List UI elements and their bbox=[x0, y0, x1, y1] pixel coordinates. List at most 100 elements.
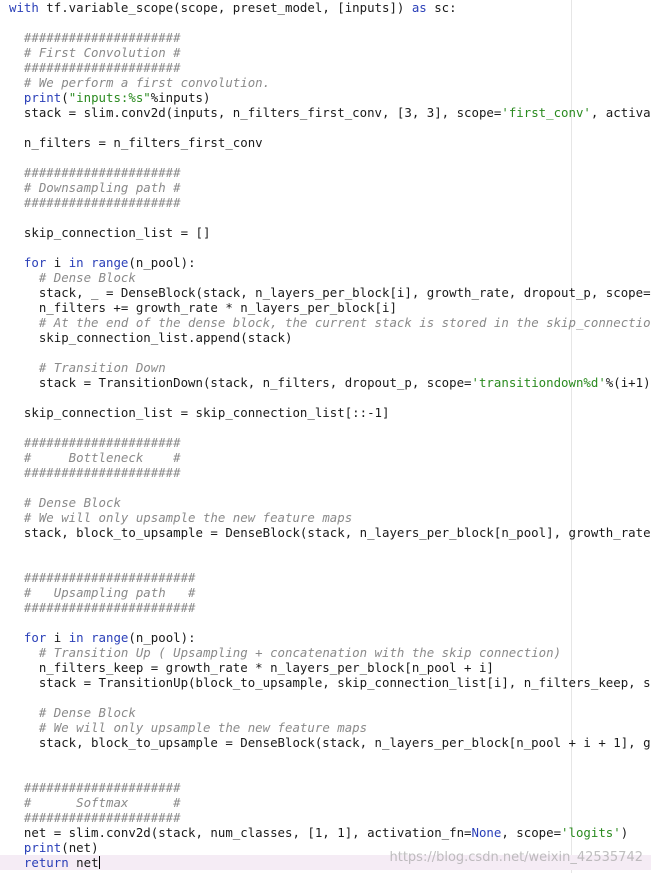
code-line[interactable]: ##################### bbox=[9, 780, 651, 795]
code-line[interactable]: ​ bbox=[9, 480, 651, 495]
code-line[interactable]: ​ bbox=[9, 120, 651, 135]
code-line[interactable]: ####################### bbox=[9, 600, 651, 615]
code-line[interactable]: ​ bbox=[9, 690, 651, 705]
text-caret bbox=[98, 856, 100, 869]
code-line[interactable]: stack, block_to_upsample = DenseBlock(st… bbox=[9, 525, 651, 540]
code-line[interactable]: # First Convolution # bbox=[9, 45, 651, 60]
code-line[interactable]: for i in range(n_pool): bbox=[9, 630, 651, 645]
code-line[interactable]: ​ bbox=[9, 240, 651, 255]
code-line[interactable]: # Softmax # bbox=[9, 795, 651, 810]
code-line[interactable]: ##################### bbox=[9, 60, 651, 75]
code-line[interactable]: skip_connection_list.append(stack) bbox=[9, 330, 651, 345]
code-line[interactable]: # Upsampling path # bbox=[9, 585, 651, 600]
keyword-token: print bbox=[23, 840, 62, 855]
code-line[interactable]: # Dense Block bbox=[9, 705, 651, 720]
code-line[interactable]: for i in range(n_pool): bbox=[9, 255, 651, 270]
code-line[interactable]: # We will only upsample the new feature … bbox=[9, 720, 651, 735]
comment-token: ##################### bbox=[23, 435, 181, 450]
code-line[interactable]: ​ bbox=[9, 540, 651, 555]
code-line[interactable]: ​ bbox=[9, 150, 651, 165]
code-line[interactable]: # We will only upsample the new feature … bbox=[9, 510, 651, 525]
code-editor[interactable]: with tf.variable_scope(scope, preset_mod… bbox=[0, 0, 651, 873]
code-area[interactable]: with tf.variable_scope(scope, preset_mod… bbox=[0, 0, 651, 870]
code-token: , activation_fn=None) bbox=[590, 105, 651, 120]
code-token: skip_connection_list.append(stack) bbox=[9, 330, 293, 345]
code-line[interactable]: ​ bbox=[9, 615, 651, 630]
code-line[interactable]: # Transition Down bbox=[9, 360, 651, 375]
code-token: ) bbox=[620, 825, 629, 840]
code-line[interactable]: skip_connection_list = skip_connection_l… bbox=[9, 405, 651, 420]
code-line[interactable]: stack = TransitionUp(block_to_upsample, … bbox=[9, 675, 651, 690]
code-line[interactable]: print("inputs:%s"%inputs) bbox=[9, 90, 651, 105]
keyword-token: for bbox=[23, 255, 47, 270]
code-line[interactable]: ####################### bbox=[9, 570, 651, 585]
code-line[interactable]: # Bottleneck # bbox=[9, 450, 651, 465]
code-token: n_filters_keep = growth_rate * n_layers_… bbox=[9, 660, 494, 675]
code-token: net bbox=[68, 855, 99, 870]
code-line[interactable]: net = slim.conv2d(stack, num_classes, [1… bbox=[9, 825, 651, 840]
comment-token: # Downsampling path # bbox=[23, 180, 181, 195]
comment-token: # Dense Block bbox=[23, 495, 121, 510]
code-line[interactable]: stack = slim.conv2d(inputs, n_filters_fi… bbox=[9, 105, 651, 120]
code-line[interactable]: stack, block_to_upsample = DenseBlock(st… bbox=[9, 735, 651, 750]
code-line[interactable]: ​ bbox=[9, 15, 651, 30]
comment-token: ####################### bbox=[23, 600, 196, 615]
comment-token: # First Convolution # bbox=[23, 45, 181, 60]
watermark: https://blog.csdn.net/weixin_42535742 bbox=[389, 850, 643, 865]
code-line[interactable]: # Dense Block bbox=[9, 495, 651, 510]
code-line[interactable]: ##################### bbox=[9, 195, 651, 210]
code-line[interactable]: ##################### bbox=[9, 465, 651, 480]
code-token: i bbox=[46, 630, 69, 645]
code-line[interactable]: # Transition Up ( Upsampling + concatena… bbox=[9, 645, 651, 660]
string-token: 'transitiondown%d' bbox=[471, 375, 606, 390]
keyword-token: in bbox=[68, 255, 84, 270]
keyword-token: print bbox=[23, 90, 62, 105]
code-line[interactable]: n_filters = n_filters_first_conv bbox=[9, 135, 651, 150]
code-line[interactable]: # We perform a first convolution. bbox=[9, 75, 651, 90]
code-line[interactable]: ##################### bbox=[9, 30, 651, 45]
code-line[interactable]: ##################### bbox=[9, 435, 651, 450]
comment-token: ##################### bbox=[23, 780, 181, 795]
keyword-token: return bbox=[23, 855, 69, 870]
code-line[interactable]: ##################### bbox=[9, 165, 651, 180]
code-line[interactable]: with tf.variable_scope(scope, preset_mod… bbox=[9, 0, 651, 15]
code-line[interactable]: # Dense Block bbox=[9, 270, 651, 285]
code-line[interactable]: ​ bbox=[9, 555, 651, 570]
code-line[interactable]: ​ bbox=[9, 420, 651, 435]
code-line[interactable]: ​ bbox=[9, 750, 651, 765]
keyword-token: range bbox=[91, 630, 129, 645]
comment-token: ##################### bbox=[23, 30, 181, 45]
code-token: (n_pool): bbox=[128, 630, 196, 645]
code-line[interactable]: ​ bbox=[9, 390, 651, 405]
code-line[interactable]: # Downsampling path # bbox=[9, 180, 651, 195]
code-line[interactable]: skip_connection_list = [] bbox=[9, 225, 651, 240]
code-line[interactable]: n_filters_keep = growth_rate * n_layers_… bbox=[9, 660, 651, 675]
code-line[interactable]: ​ bbox=[9, 210, 651, 225]
code-token: i bbox=[46, 255, 69, 270]
comment-token: # Dense Block bbox=[38, 705, 136, 720]
keyword-token: range bbox=[91, 255, 129, 270]
code-token: sc: bbox=[426, 0, 457, 15]
code-token: stack = slim.conv2d(inputs, n_filters_fi… bbox=[9, 105, 502, 120]
string-token: 'logits' bbox=[561, 825, 621, 840]
code-line[interactable]: n_filters += growth_rate * n_layers_per_… bbox=[9, 300, 651, 315]
comment-token: # Bottleneck # bbox=[23, 450, 181, 465]
code-line[interactable]: # At the end of the dense block, the cur… bbox=[9, 315, 651, 330]
code-line[interactable]: ​ bbox=[9, 345, 651, 360]
code-token: tf.variable_scope(scope, preset_model, [… bbox=[38, 0, 412, 15]
code-line[interactable]: ​ bbox=[9, 765, 651, 780]
code-token: stack = TransitionUp(block_to_upsample, … bbox=[9, 675, 651, 690]
code-line[interactable]: ##################### bbox=[9, 810, 651, 825]
code-line[interactable]: stack, _ = DenseBlock(stack, n_layers_pe… bbox=[9, 285, 651, 300]
code-line[interactable]: stack = TransitionDown(stack, n_filters,… bbox=[9, 375, 651, 390]
